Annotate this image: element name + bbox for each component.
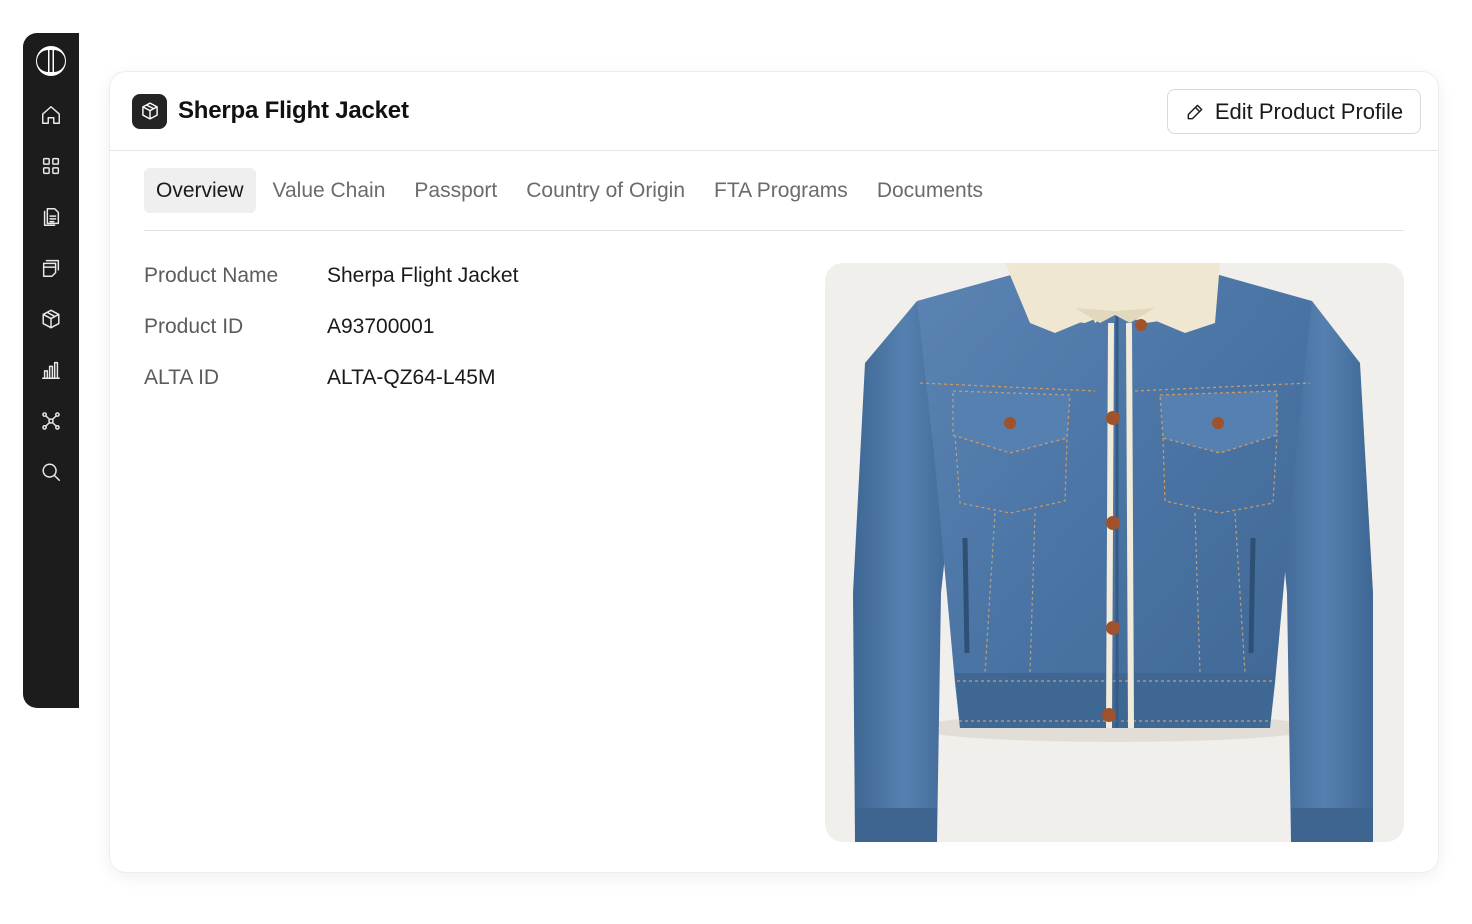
denim-jacket-illustration	[853, 263, 1373, 842]
page-title: Sherpa Flight Jacket	[178, 97, 409, 124]
detail-label: Product Name	[144, 264, 279, 287]
home-icon	[42, 106, 60, 124]
search-icon	[42, 463, 60, 481]
detail-value: A93700001	[327, 315, 435, 338]
detail-value: ALTA-QZ64-L45M	[327, 366, 496, 389]
nav-network[interactable]	[31, 401, 71, 441]
nav-documents[interactable]	[31, 197, 71, 237]
sidebar	[23, 33, 79, 708]
package-icon	[42, 309, 60, 329]
nav-records[interactable]	[31, 248, 71, 288]
product-card: Sherpa Flight Jacket Edit Product Profil…	[110, 72, 1438, 872]
tab-overview[interactable]: Overview	[144, 168, 256, 213]
documents-icon	[43, 208, 60, 226]
nav-dashboard[interactable]	[31, 146, 71, 186]
tab-passport[interactable]: Passport	[402, 168, 509, 213]
nav-analytics[interactable]	[31, 350, 71, 390]
edit-product-profile-button[interactable]: Edit Product Profile	[1167, 89, 1421, 134]
brand-logo[interactable]	[35, 45, 67, 77]
pencil-icon	[1187, 104, 1203, 119]
network-icon	[42, 412, 60, 430]
package-icon	[141, 102, 158, 120]
bar-chart-icon	[42, 361, 60, 379]
product-badge	[132, 93, 167, 129]
edit-button-label: Edit Product Profile	[1214, 98, 1404, 124]
detail-row-product-id: Product ID A93700001	[144, 315, 518, 366]
detail-value: Sherpa Flight Jacket	[327, 264, 519, 287]
tab-documents[interactable]: Documents	[865, 168, 995, 213]
nav-products[interactable]	[31, 299, 71, 339]
tab-bar: Overview Value Chain Passport Country of…	[144, 168, 1404, 231]
product-details: Product Name Sherpa Flight Jacket Produc…	[144, 264, 518, 417]
tab-fta-programs[interactable]: FTA Programs	[702, 168, 860, 213]
detail-label: Product ID	[144, 315, 244, 338]
detail-row-product-name: Product Name Sherpa Flight Jacket	[144, 264, 518, 315]
tab-value-chain[interactable]: Value Chain	[261, 168, 398, 213]
nav-home[interactable]	[31, 95, 71, 135]
grid-icon	[42, 157, 60, 175]
detail-label: ALTA ID	[144, 366, 220, 389]
copy-icon	[42, 259, 60, 277]
nav-search[interactable]	[31, 452, 71, 492]
card-header: Sherpa Flight Jacket Edit Product Profil…	[110, 72, 1438, 151]
detail-row-alta-id: ALTA ID ALTA-QZ64-L45M	[144, 366, 518, 417]
tab-country-of-origin[interactable]: Country of Origin	[514, 168, 697, 213]
product-image	[825, 263, 1404, 842]
